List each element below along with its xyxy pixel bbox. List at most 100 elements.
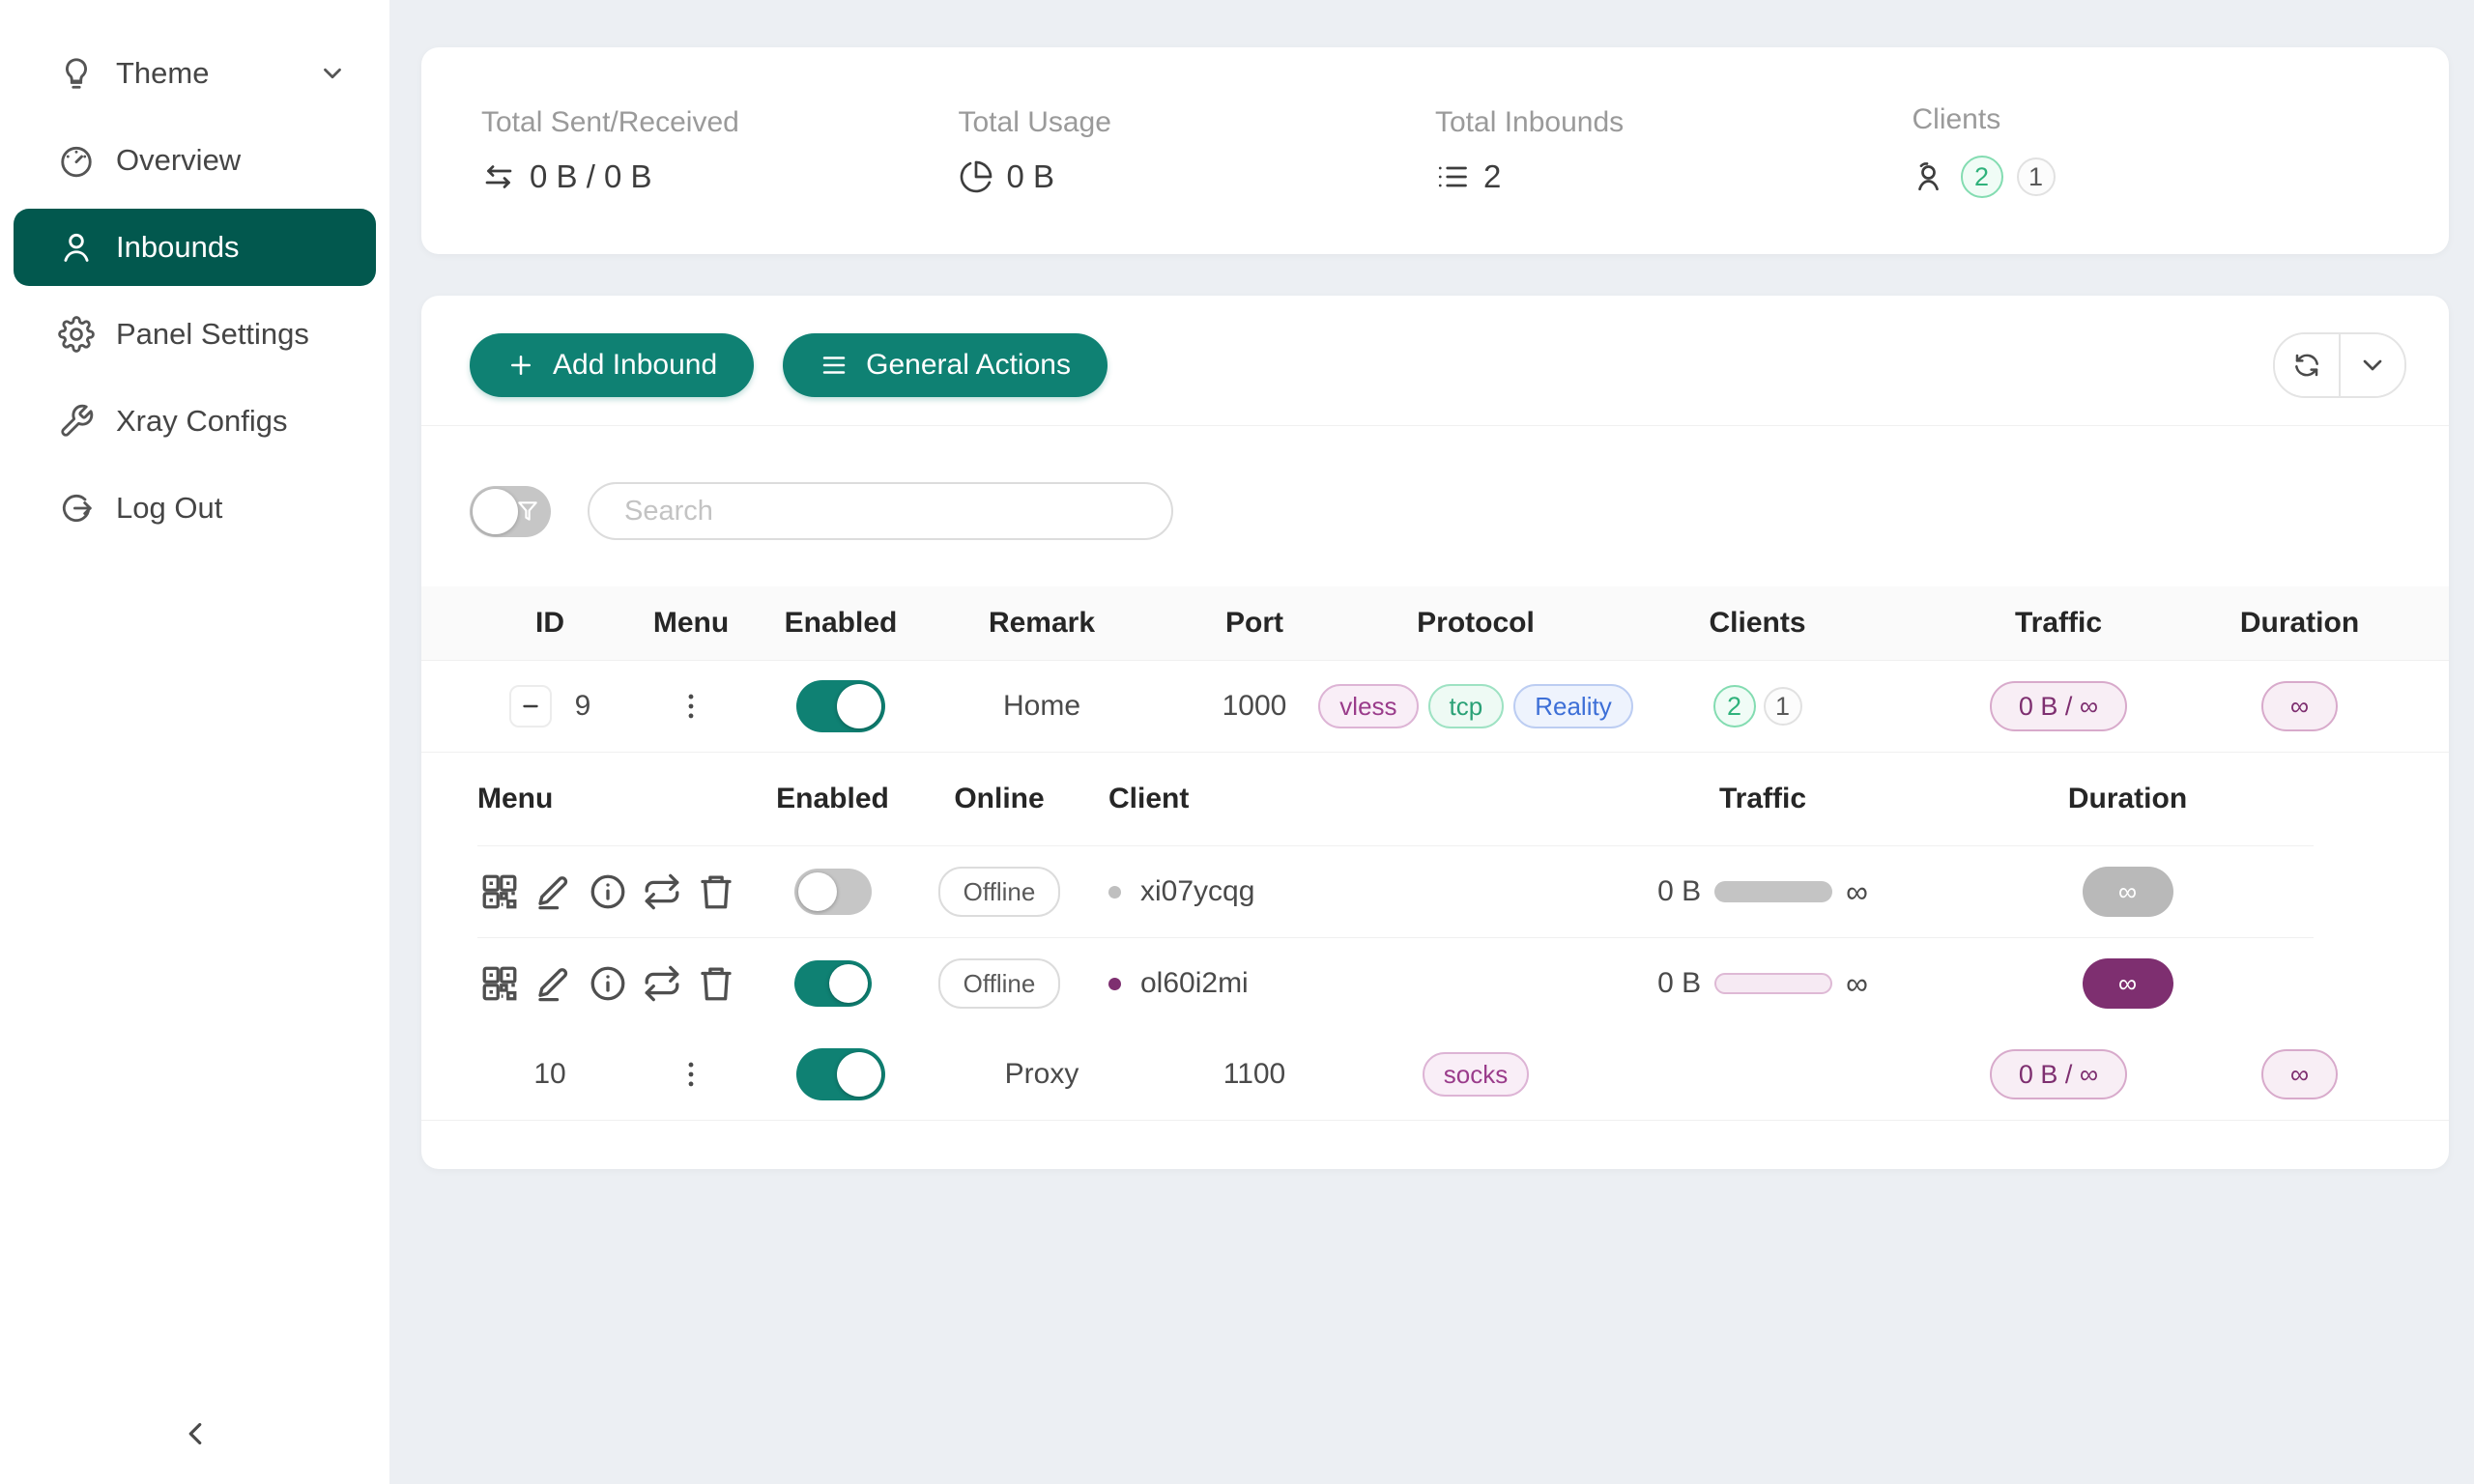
sidebar-item-theme[interactable]: Theme: [14, 35, 376, 112]
inbounds-table: ID Menu Enabled Remark Port Protocol Cli…: [421, 586, 2449, 1121]
client-traffic-value: 0 B: [1657, 967, 1701, 1000]
stat-value: 2: [1483, 158, 1501, 195]
sub-column-online: Online: [927, 783, 1072, 815]
clients-subtable: Menu Enabled Online Client Traffic Durat…: [477, 753, 2314, 1029]
inbounds-card: Add Inbound General Actions: [421, 296, 2449, 1169]
sidebar-item-label: Panel Settings: [116, 317, 309, 352]
stat-value: 0 B / 0 B: [530, 158, 652, 195]
pencil-icon: [533, 963, 574, 1004]
sub-column-menu: Menu: [477, 783, 738, 815]
chevron-down-icon: [318, 59, 347, 88]
stats-card: Total Sent/Received 0 B / 0 B Total Usag…: [421, 47, 2449, 254]
main-content: Total Sent/Received 0 B / 0 B Total Usag…: [389, 0, 2474, 1484]
row-menu-button[interactable]: [670, 680, 712, 732]
stat-total-usage: Total Usage 0 B: [959, 106, 1436, 195]
info-icon: [588, 963, 628, 1004]
chevron-down-icon: [2357, 350, 2388, 381]
row-menu-button[interactable]: [670, 1048, 712, 1100]
gear-icon: [58, 316, 95, 353]
inbound-enabled-toggle[interactable]: [796, 1048, 885, 1100]
edit-client-button[interactable]: [532, 961, 576, 1006]
qrcode-button[interactable]: [477, 870, 522, 914]
search-input[interactable]: [588, 482, 1173, 540]
column-header-traffic: Traffic: [1918, 607, 2199, 640]
sidebar-item-overview[interactable]: Overview: [14, 122, 376, 199]
logout-icon: [58, 490, 95, 527]
dashboard-icon: [58, 142, 95, 179]
stat-label: Clients: [1913, 103, 2390, 136]
client-enabled-toggle[interactable]: [794, 869, 872, 915]
edit-client-button[interactable]: [532, 870, 576, 914]
sidebar-collapse-button[interactable]: [166, 1405, 224, 1463]
client-status-dot: [1108, 886, 1121, 899]
client-duration-pill: ∞: [2083, 867, 2173, 917]
table-row-inbound-10: 10 Proxy 1100 socks: [421, 1029, 2449, 1121]
clients-count-badge: 1: [1764, 687, 1802, 726]
general-actions-label: General Actions: [866, 349, 1071, 382]
delete-client-button[interactable]: [694, 870, 738, 914]
dots-vertical-icon: [675, 1058, 707, 1091]
bulb-icon: [58, 55, 95, 92]
sub-column-traffic: Traffic: [1584, 783, 1942, 815]
stat-label: Total Sent/Received: [481, 106, 959, 139]
minus-icon: [518, 694, 543, 719]
reset-traffic-button[interactable]: [640, 870, 684, 914]
toggle-knob: [837, 1052, 881, 1097]
sidebar-item-inbounds[interactable]: Inbounds: [14, 209, 376, 286]
repeat-icon: [642, 871, 682, 912]
qrcode-button[interactable]: [477, 961, 522, 1006]
trash-icon: [696, 963, 736, 1004]
dots-vertical-icon: [675, 690, 707, 723]
protocol-tag: tcp: [1428, 684, 1505, 728]
info-icon: [588, 871, 628, 912]
collapse-row-button[interactable]: [509, 685, 552, 728]
table-row-inbound-9: 9 Home 1000 vles: [421, 661, 2449, 753]
delete-client-button[interactable]: [694, 961, 738, 1006]
sidebar-item-label: Log Out: [116, 491, 222, 526]
client-name: xi07ycqg: [1140, 875, 1254, 908]
pie-chart-icon: [959, 159, 993, 194]
sidebar-item-panel-settings[interactable]: Panel Settings: [14, 296, 376, 373]
sidebar-item-log-out[interactable]: Log Out: [14, 470, 376, 547]
inbound-id: 9: [575, 690, 591, 723]
clients-deactive-badge: 1: [2017, 157, 2056, 196]
client-enabled-toggle[interactable]: [794, 960, 872, 1007]
sidebar-item-label: Inbounds: [116, 230, 240, 265]
duration-pill: ∞: [2261, 681, 2338, 731]
traffic-pill: 0 B / ∞: [1990, 1049, 2127, 1099]
refresh-button[interactable]: [2275, 334, 2339, 396]
refresh-options-button[interactable]: [2341, 334, 2404, 396]
refresh-button-group: [2273, 332, 2406, 398]
stat-clients: Clients 2 1: [1913, 103, 2390, 198]
transfer-arrows-icon: [481, 159, 516, 194]
client-traffic-value: 0 B: [1657, 875, 1701, 908]
client-info-button[interactable]: [586, 961, 630, 1006]
add-inbound-button[interactable]: Add Inbound: [470, 333, 754, 397]
sidebar-item-xray-configs[interactable]: Xray Configs: [14, 383, 376, 460]
clients-online-badge: 2: [1961, 156, 2003, 198]
client-duration-pill: ∞: [2083, 958, 2173, 1009]
clients-count-badge: 2: [1713, 685, 1756, 728]
protocol-tag: socks: [1423, 1052, 1529, 1097]
inbound-remark: Home: [930, 690, 1154, 723]
stat-total-sent-received: Total Sent/Received 0 B / 0 B: [481, 106, 959, 195]
client-info-button[interactable]: [586, 870, 630, 914]
inbound-enabled-toggle[interactable]: [796, 680, 885, 732]
plus-icon: [506, 351, 535, 380]
pencil-icon: [533, 871, 574, 912]
reset-traffic-button[interactable]: [640, 961, 684, 1006]
stat-value: 0 B: [1007, 158, 1055, 195]
add-inbound-label: Add Inbound: [553, 349, 717, 382]
column-header-duration: Duration: [2199, 607, 2401, 640]
general-actions-button[interactable]: General Actions: [783, 333, 1108, 397]
client-name: ol60i2mi: [1140, 967, 1249, 1000]
inbound-id: 10: [470, 1058, 630, 1091]
traffic-progress-bar: [1714, 973, 1832, 994]
toolbar: Add Inbound General Actions: [421, 296, 2449, 425]
filter-toggle[interactable]: [470, 486, 551, 537]
stat-total-inbounds: Total Inbounds 2: [1435, 106, 1913, 195]
column-header-protocol: Protocol: [1355, 607, 1597, 640]
subtable-header: Menu Enabled Online Client Traffic Durat…: [477, 753, 2314, 846]
stat-label: Total Usage: [959, 106, 1436, 139]
list-icon: [1435, 159, 1470, 194]
